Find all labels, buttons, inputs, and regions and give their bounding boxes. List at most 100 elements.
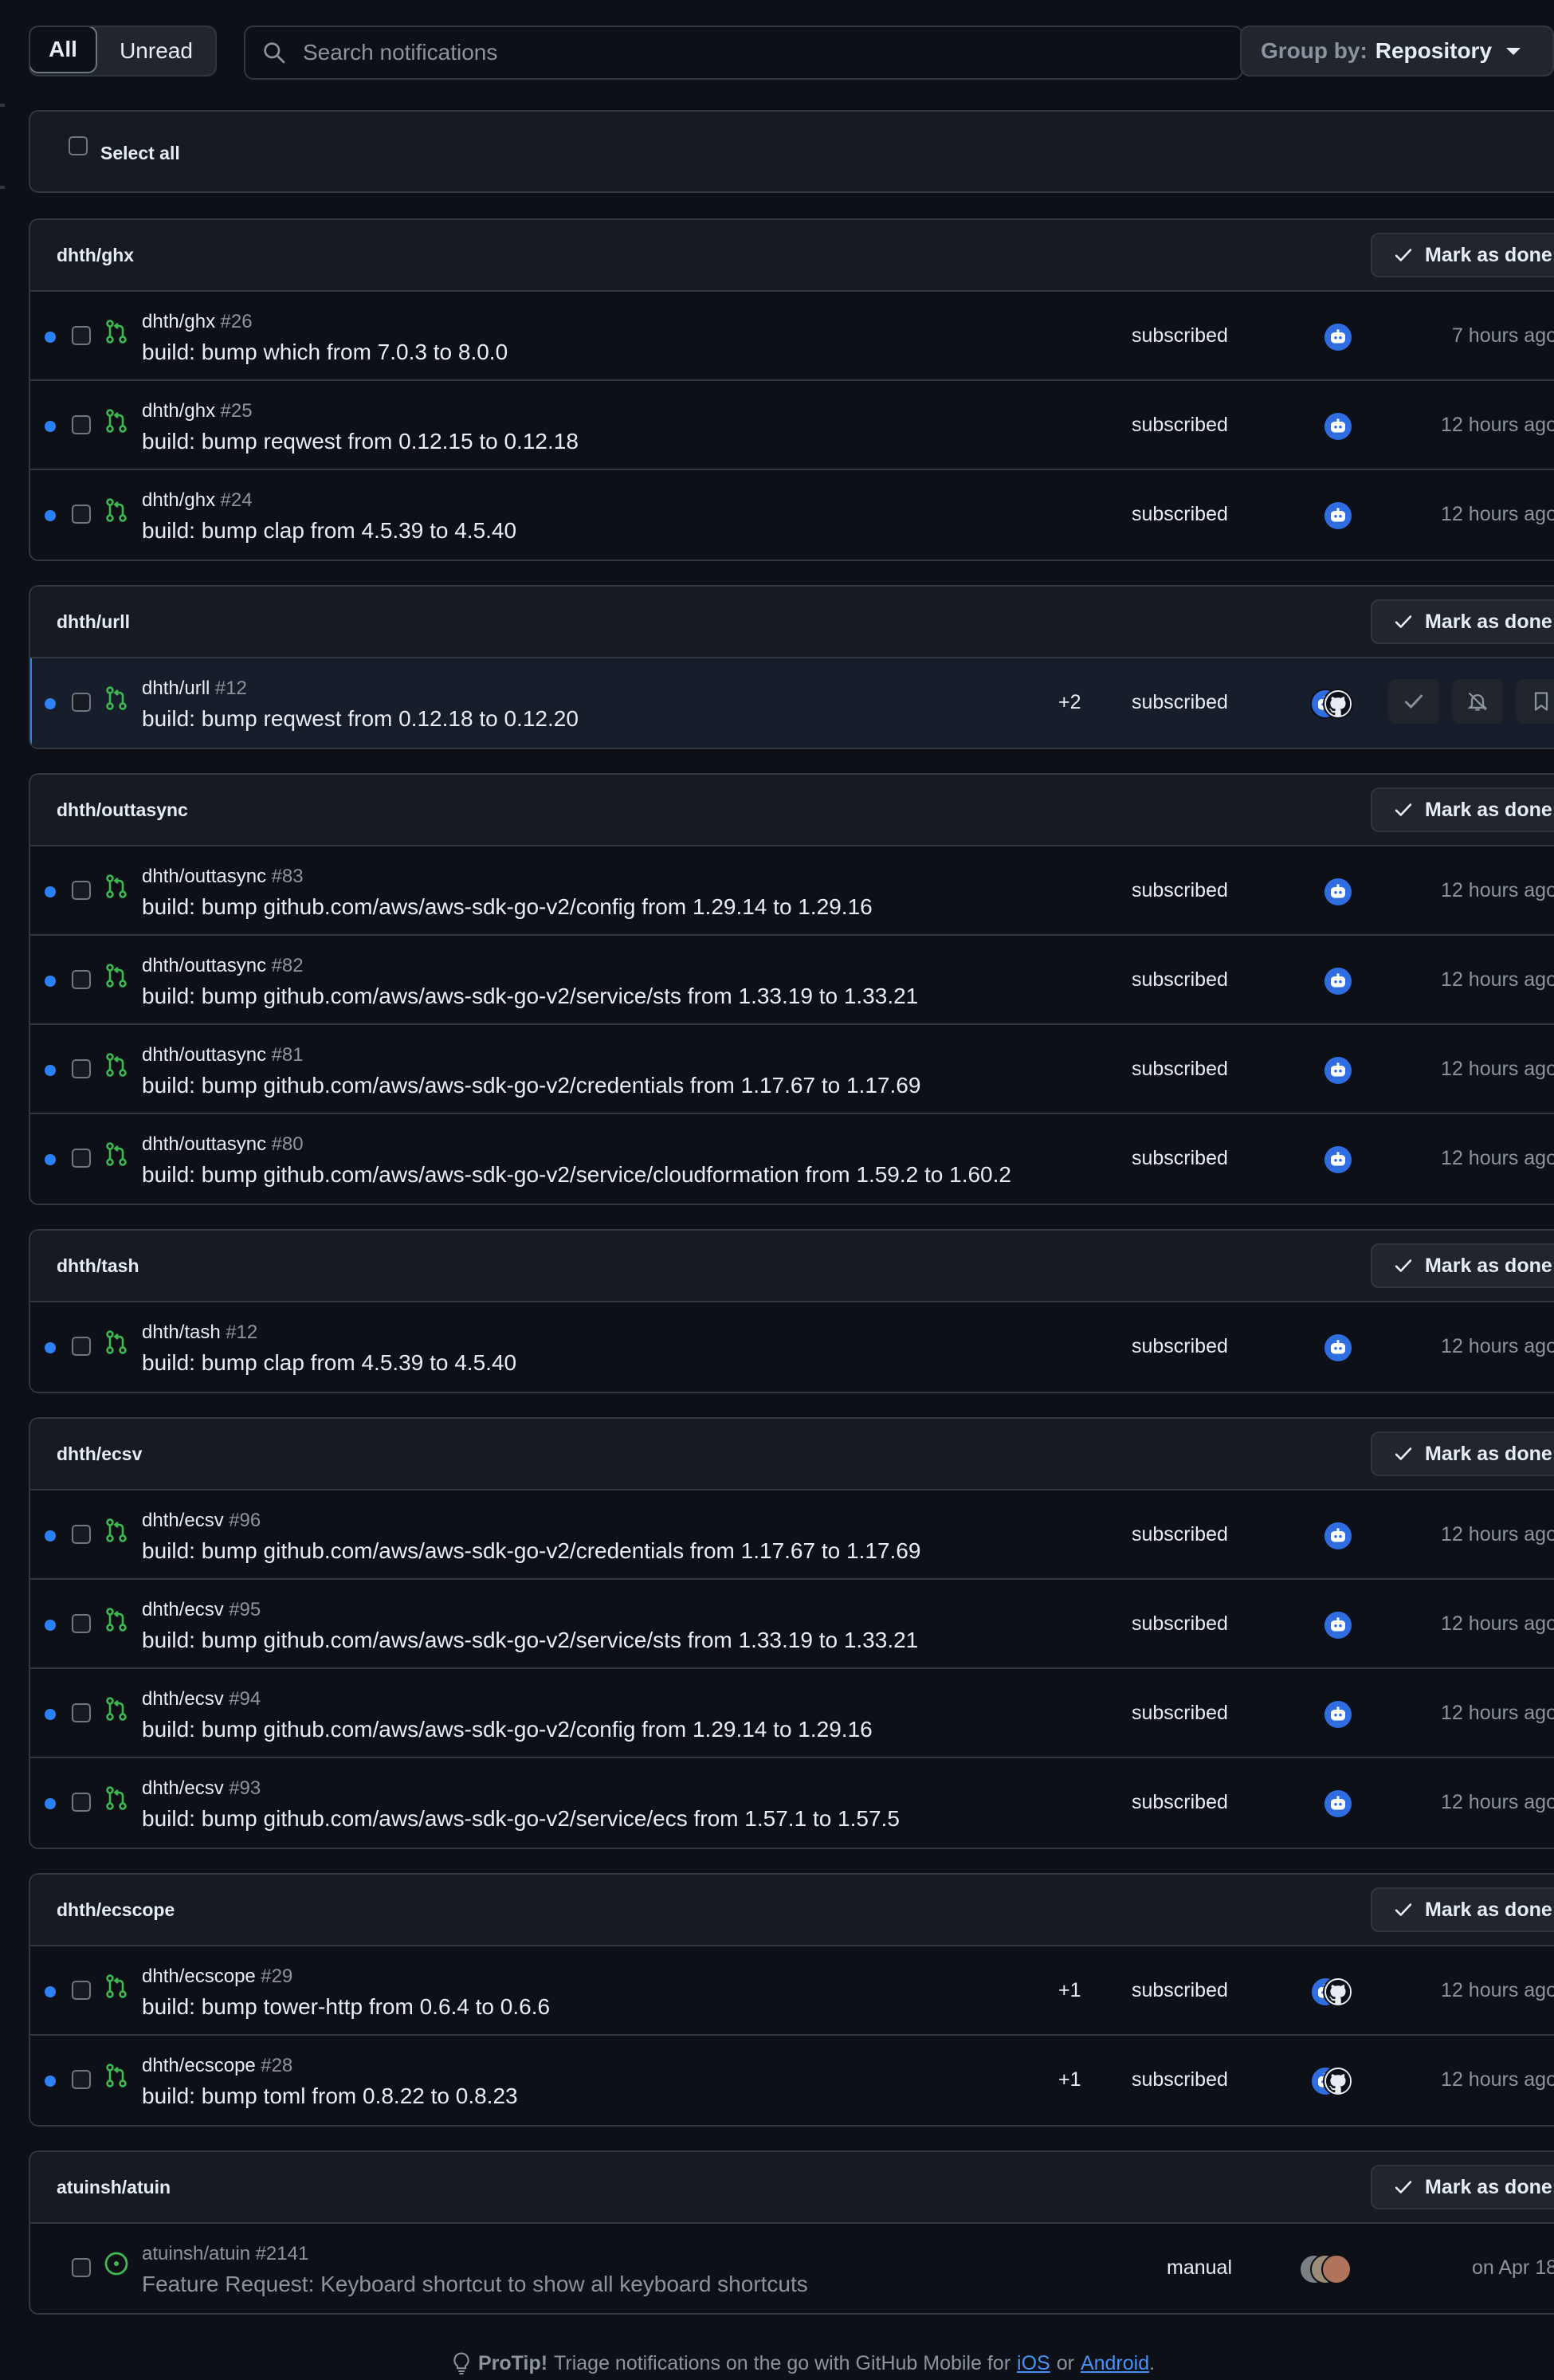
notification-row[interactable]: dhth/tash #12 build: bump clap from 4.5.3… (30, 1302, 1554, 1392)
notification-row[interactable]: atuinsh/atuin #2141 Feature Request: Keyb… (30, 2224, 1554, 2313)
notification-title[interactable]: dhth/ghx #26 build: bump which from 7.0.3… (142, 311, 508, 365)
notification-row[interactable]: dhth/urll #12 build: bump reqwest from 0.… (30, 658, 1554, 748)
notification-checkbox[interactable] (72, 970, 91, 989)
notification-row[interactable]: dhth/ecsv #94 build: bump github.com/aws/… (30, 1669, 1554, 1758)
notification-row[interactable]: dhth/ecsv #95 build: bump github.com/aws/… (30, 1580, 1554, 1669)
bot-avatar[interactable] (1323, 1521, 1353, 1551)
search-input[interactable] (303, 40, 1219, 65)
repo-group-name[interactable]: dhth/ecsv (57, 1443, 142, 1465)
user-avatar[interactable] (1321, 2254, 1352, 2284)
notification-repo: dhth/ecscope (142, 1966, 256, 1987)
notification-checkbox[interactable] (72, 2258, 91, 2277)
notification-row[interactable]: dhth/outtasync #82 build: bump github.com… (30, 936, 1554, 1025)
repo-group-name[interactable]: dhth/ghx (57, 245, 134, 266)
group-by-dropdown[interactable]: Group by: Repository (1240, 26, 1554, 77)
filter-all-button[interactable]: All (30, 27, 97, 73)
bot-avatar[interactable] (1323, 966, 1353, 996)
notification-row[interactable]: dhth/ghx #24 build: bump clap from 4.5.39… (30, 470, 1554, 560)
bot-avatar[interactable] (1323, 501, 1353, 531)
notification-number: #24 (220, 489, 253, 511)
notification-checkbox[interactable] (72, 693, 91, 712)
notification-checkbox[interactable] (72, 1793, 91, 1812)
mark-group-done-button[interactable]: Mark as done (1371, 1243, 1554, 1288)
mark-group-done-button[interactable]: Mark as done (1371, 599, 1554, 644)
notification-row[interactable]: dhth/outtasync #83 build: bump github.com… (30, 846, 1554, 936)
select-all-checkbox[interactable] (69, 136, 88, 155)
notification-checkbox[interactable] (72, 881, 91, 900)
notification-checkbox[interactable] (72, 1981, 91, 2000)
repo-group-name[interactable]: dhth/urll (57, 611, 130, 633)
bot-avatar[interactable] (1323, 1610, 1353, 1640)
notification-title[interactable]: dhth/ecsv #94 build: bump github.com/aws/… (142, 1688, 873, 1742)
repo-group-name[interactable]: dhth/tash (57, 1255, 139, 1277)
notification-checkbox[interactable] (72, 415, 91, 434)
android-link[interactable]: Android (1081, 2352, 1149, 2375)
bot-avatar[interactable] (1323, 1055, 1353, 1086)
check-icon (1395, 2181, 1412, 2193)
notification-checkbox[interactable] (72, 1149, 91, 1168)
select-all-label[interactable]: Select all (100, 143, 180, 164)
notification-row[interactable]: dhth/ghx #26 build: bump which from 7.0.3… (30, 292, 1554, 381)
repo-group-name[interactable]: atuinsh/atuin (57, 2177, 171, 2198)
github-avatar[interactable] (1323, 1977, 1353, 2007)
repo-group-name[interactable]: dhth/ecscope (57, 1899, 175, 1921)
bot-avatar[interactable] (1323, 1789, 1353, 1819)
mark-group-done-button[interactable]: Mark as done (1371, 1887, 1554, 1932)
filter-unread-button[interactable]: Unread (97, 27, 215, 75)
notification-title[interactable]: dhth/ecscope #29 build: bump tower-http f… (142, 1966, 550, 2020)
save-button[interactable] (1516, 679, 1554, 724)
notification-checkbox[interactable] (72, 1614, 91, 1633)
notification-row[interactable]: dhth/ecsv #93 build: bump github.com/aws/… (30, 1758, 1554, 1848)
toolbar: All Unread Group by: Repository (29, 26, 1554, 80)
bot-avatar[interactable] (1323, 1145, 1353, 1175)
mark-as-done-label: Mark as done (1425, 1254, 1552, 1277)
notification-title[interactable]: dhth/ghx #24 build: bump clap from 4.5.39… (142, 489, 516, 544)
bot-avatar[interactable] (1323, 1699, 1353, 1730)
repo-group-header: dhth/urll Mark as done (30, 587, 1554, 658)
notification-row[interactable]: dhth/ecsv #96 build: bump github.com/aws/… (30, 1490, 1554, 1580)
ios-link[interactable]: iOS (1017, 2352, 1050, 2375)
mark-group-done-button[interactable]: Mark as done (1371, 233, 1554, 277)
unsubscribe-button[interactable] (1452, 679, 1503, 724)
github-avatar[interactable] (1323, 689, 1353, 719)
notification-checkbox[interactable] (72, 2070, 91, 2089)
github-avatar[interactable] (1323, 2066, 1353, 2096)
pull-request-icon (106, 686, 127, 710)
notification-row[interactable]: dhth/ecscope #28 build: bump toml from 0.… (30, 2036, 1554, 2125)
mark-group-done-button[interactable]: Mark as done (1371, 1432, 1554, 1476)
notification-checkbox[interactable] (72, 505, 91, 524)
notification-title[interactable]: dhth/urll #12 build: bump reqwest from 0.… (142, 677, 579, 732)
notification-title[interactable]: dhth/outtasync #81 build: bump github.com… (142, 1044, 920, 1098)
notification-title[interactable]: dhth/outtasync #83 build: bump github.com… (142, 866, 873, 920)
repo-group-name[interactable]: dhth/outtasync (57, 799, 188, 821)
done-button[interactable] (1388, 679, 1439, 724)
notification-checkbox[interactable] (72, 1337, 91, 1356)
notification-row[interactable]: dhth/ecscope #29 build: bump tower-http f… (30, 1946, 1554, 2036)
mark-group-done-button[interactable]: Mark as done (1371, 2165, 1554, 2209)
notification-title[interactable]: dhth/outtasync #80 build: bump github.com… (142, 1133, 1011, 1188)
notification-checkbox[interactable] (72, 326, 91, 345)
notification-checkbox[interactable] (72, 1703, 91, 1722)
notification-title[interactable]: dhth/ecsv #93 build: bump github.com/aws/… (142, 1777, 900, 1832)
bot-avatar[interactable] (1323, 877, 1353, 907)
search-box[interactable] (244, 26, 1243, 80)
bot-avatar[interactable] (1323, 411, 1353, 442)
notification-checkbox[interactable] (72, 1059, 91, 1078)
notification-title[interactable]: atuinsh/atuin #2141 Feature Request: Keyb… (142, 2243, 808, 2297)
notification-row[interactable]: dhth/ghx #25 build: bump reqwest from 0.1… (30, 381, 1554, 470)
notification-time: 12 hours ago (1441, 1523, 1554, 1545)
notification-row[interactable]: dhth/outtasync #80 build: bump github.com… (30, 1114, 1554, 1204)
repo-group-header: atuinsh/atuin Mark as done (30, 2152, 1554, 2224)
notification-title[interactable]: dhth/ecsv #95 build: bump github.com/aws/… (142, 1599, 918, 1653)
mark-group-done-button[interactable]: Mark as done (1371, 787, 1554, 832)
notification-row[interactable]: dhth/outtasync #81 build: bump github.com… (30, 1025, 1554, 1114)
notification-title[interactable]: dhth/ecscope #28 build: bump toml from 0.… (142, 2055, 518, 2109)
bot-avatar[interactable] (1323, 1333, 1353, 1363)
notification-title[interactable]: dhth/tash #12 build: bump clap from 4.5.3… (142, 1322, 516, 1376)
notification-title[interactable]: dhth/ghx #25 build: bump reqwest from 0.1… (142, 400, 579, 454)
bot-avatar[interactable] (1323, 322, 1353, 352)
notification-checkbox[interactable] (72, 1525, 91, 1544)
notification-title[interactable]: dhth/outtasync #82 build: bump github.com… (142, 955, 918, 1009)
lightbulb-icon (453, 2352, 469, 2375)
notification-title[interactable]: dhth/ecsv #96 build: bump github.com/aws/… (142, 1510, 920, 1564)
